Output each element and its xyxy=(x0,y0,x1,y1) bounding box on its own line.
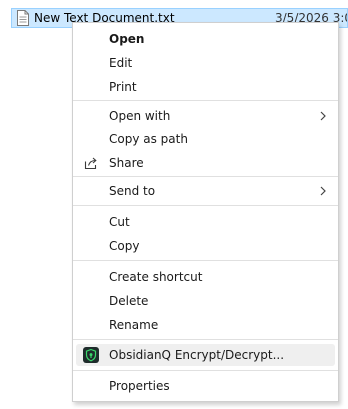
menu-separator xyxy=(73,260,338,261)
menu-item-open-label: Open xyxy=(109,32,145,46)
menu-item-print[interactable]: Print xyxy=(76,76,335,98)
menu-item-rename-label: Rename xyxy=(109,318,159,332)
menu-item-rename[interactable]: Rename xyxy=(76,314,335,336)
menu-separator xyxy=(73,205,338,206)
menu-item-share-label: Share xyxy=(109,156,144,170)
menu-item-create-shortcut[interactable]: Create shortcut xyxy=(76,266,335,288)
share-icon xyxy=(84,157,97,170)
menu-item-properties-label: Properties xyxy=(109,379,170,393)
menu-separator xyxy=(73,370,338,371)
menu-item-obsidianq-encrypt-decrypt[interactable]: ObsidianQ Encrypt/Decrypt... xyxy=(76,344,335,366)
menu-item-send-to-label: Send to xyxy=(109,184,156,198)
menu-item-copy-label: Copy xyxy=(109,239,140,253)
menu-separator xyxy=(73,176,338,177)
menu-item-cut-label: Cut xyxy=(109,215,130,229)
menu-item-properties[interactable]: Properties xyxy=(76,375,335,397)
menu-item-edit-label: Edit xyxy=(109,56,133,70)
menu-item-share[interactable]: Share xyxy=(76,152,335,174)
menu-item-obsidianq-label: ObsidianQ Encrypt/Decrypt... xyxy=(109,348,285,362)
chevron-right-icon xyxy=(320,186,326,196)
menu-item-delete[interactable]: Delete xyxy=(76,290,335,312)
obsidianq-shield-icon xyxy=(83,347,99,363)
chevron-right-icon xyxy=(320,111,326,121)
menu-item-copy[interactable]: Copy xyxy=(76,235,335,257)
menu-separator xyxy=(73,339,338,340)
menu-item-copy-as-path[interactable]: Copy as path xyxy=(76,128,335,150)
context-menu: Open Edit Print Open with Copy as path S… xyxy=(72,22,339,402)
menu-item-cut[interactable]: Cut xyxy=(76,211,335,233)
menu-item-open[interactable]: Open xyxy=(76,28,335,50)
menu-separator xyxy=(73,100,338,101)
menu-item-copy-as-path-label: Copy as path xyxy=(109,132,188,146)
menu-item-send-to[interactable]: Send to xyxy=(76,180,335,202)
menu-item-print-label: Print xyxy=(109,80,137,94)
menu-item-delete-label: Delete xyxy=(109,294,149,308)
menu-item-open-with-label: Open with xyxy=(109,109,171,123)
menu-item-open-with[interactable]: Open with xyxy=(76,105,335,127)
text-file-icon xyxy=(17,10,29,26)
menu-item-create-shortcut-label: Create shortcut xyxy=(109,270,203,284)
menu-item-edit[interactable]: Edit xyxy=(76,52,335,74)
